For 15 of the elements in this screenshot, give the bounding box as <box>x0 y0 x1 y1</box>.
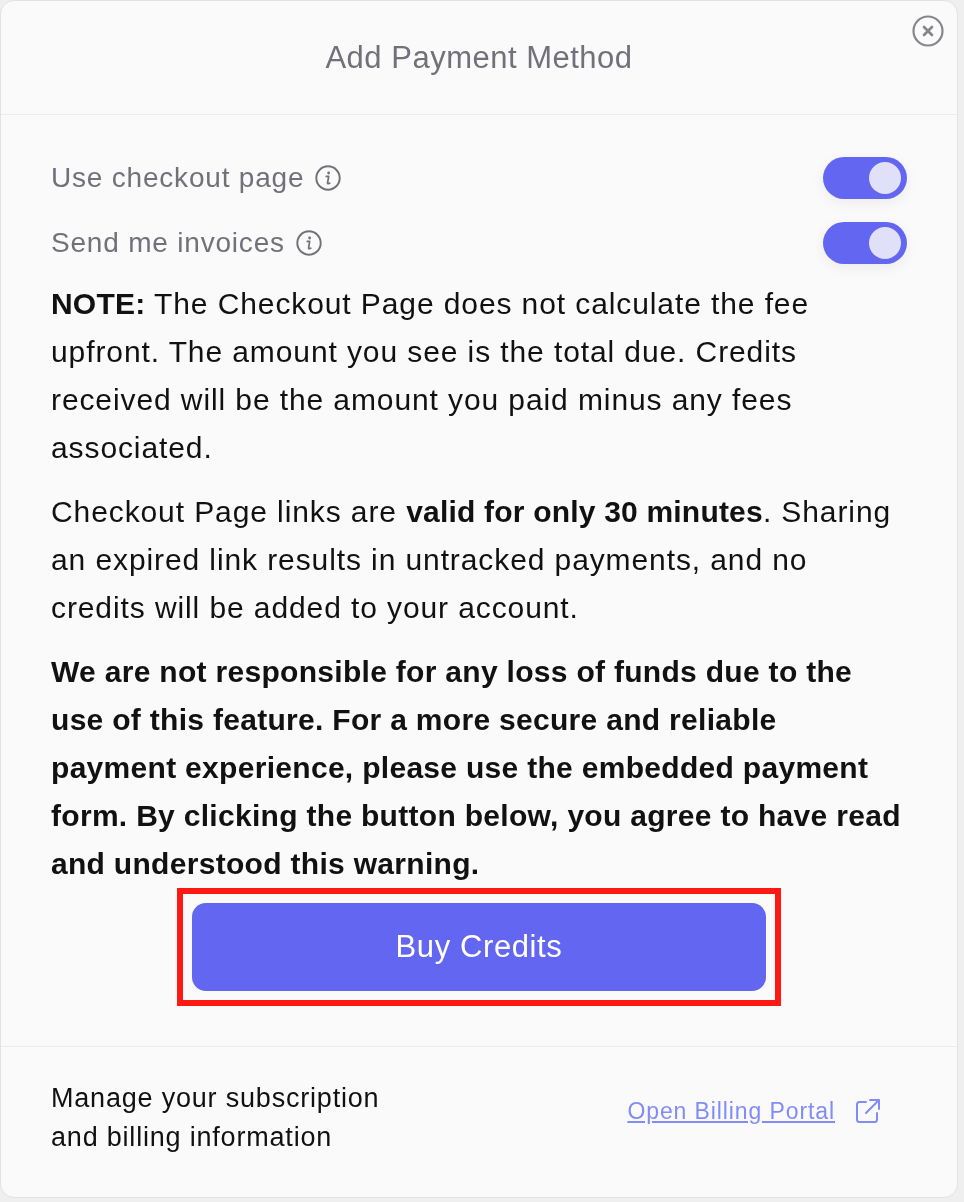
dialog-title: Add Payment Method <box>325 39 633 76</box>
warning-paragraph: We are not responsible for any loss of funds due to the use of this feature. For a more secure and reliable payment experience, please use the embedded payment form. By clicking the button below, you agree to have read and understood this warning. <box>51 654 902 882</box>
footer-text: Manage your subscription and billing information <box>51 1082 381 1154</box>
billing-portal-link[interactable]: Open Billing Portal <box>627 1097 835 1125</box>
toggle-switch[interactable] <box>823 222 907 264</box>
close-icon[interactable] <box>912 15 944 47</box>
info-icon[interactable] <box>315 165 342 191</box>
note-paragraph: Checkout Page links are valid for only 30 minutes. Sharing an expired link results in untracked payments, and no credits will be added to your account. <box>51 494 893 626</box>
note-paragraph: NOTE: The Checkout Page does not calculate the fee upfront. The amount you see is the total due. Credits received will be the amount you paid minus any fees associated. <box>51 286 811 466</box>
toggle-label: Send me invoices <box>51 227 285 259</box>
info-icon[interactable] <box>295 230 322 256</box>
toggle-switch[interactable] <box>823 157 907 199</box>
toggle-label: Use checkout page <box>51 162 305 194</box>
external-link-icon[interactable] <box>855 1098 881 1124</box>
buy-credits-button[interactable]: Buy Credits <box>192 903 766 991</box>
